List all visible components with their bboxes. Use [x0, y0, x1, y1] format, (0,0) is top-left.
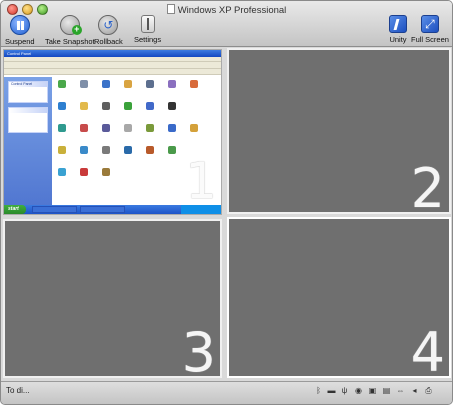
take-snapshot-button[interactable]: Take Snapshot	[45, 15, 95, 46]
pause-icon	[9, 15, 30, 35]
control-panel-applet-icon	[80, 124, 88, 132]
control-panel-applet-icon	[124, 80, 132, 88]
control-panel-applet-icon	[124, 124, 132, 132]
control-panel-applet-icon	[146, 124, 154, 132]
desktop-number: 1	[185, 152, 217, 210]
control-panel-applet-icon	[58, 146, 66, 154]
floppy-icon[interactable]: ▬	[327, 386, 336, 395]
control-panel-applet-icon	[168, 146, 176, 154]
disk-icon[interactable]: ▣	[368, 386, 377, 395]
control-panel-applet-icon	[58, 168, 66, 176]
guest-address-bar	[4, 69, 221, 75]
control-panel-applet-icon	[168, 124, 176, 132]
virtual-desktop-2[interactable]: 2	[227, 48, 451, 220]
settings-switch-icon	[140, 15, 155, 33]
rollback-button[interactable]: Rollback	[94, 15, 123, 46]
control-panel-applet-icon	[146, 102, 154, 110]
title-bar: Windows XP Professional Suspend Take Sna…	[1, 1, 452, 47]
audio-icon[interactable]: ◂	[410, 386, 419, 395]
guest-window-title: Control Panel	[4, 50, 221, 57]
rollback-label: Rollback	[94, 37, 123, 46]
guest-start-button[interactable]: start	[4, 205, 26, 214]
bluetooth-icon[interactable]: ᛒ	[314, 386, 323, 395]
desktop-number: 2	[410, 157, 445, 220]
control-panel-applet-icon	[168, 80, 176, 88]
full-screen-label: Full Screen	[411, 35, 449, 44]
settings-label: Settings	[134, 35, 162, 44]
desktop-number: 3	[181, 321, 216, 384]
control-panel-applet-icon	[80, 102, 88, 110]
guest-toolbar	[4, 62, 221, 69]
settings-button[interactable]: Settings	[134, 15, 161, 44]
guest-sidebar: Control Panel	[4, 77, 52, 205]
guest-task-button[interactable]	[80, 206, 125, 213]
guest-see-also-heading	[9, 108, 47, 113]
control-panel-applet-icon	[124, 146, 132, 154]
guest-sidebar-heading: Control Panel	[9, 82, 47, 87]
control-panel-applet-icon	[102, 168, 110, 176]
control-panel-applet-icon	[146, 80, 154, 88]
control-panel-applet-icon	[80, 168, 88, 176]
full-screen-button[interactable]: Full Screen	[411, 15, 449, 44]
cd-icon[interactable]: ◉	[354, 386, 363, 395]
control-panel-applet-icon	[190, 124, 198, 132]
suspend-label: Suspend	[5, 37, 35, 46]
control-panel-applet-icon	[58, 80, 66, 88]
control-panel-applet-icon	[80, 80, 88, 88]
status-text: To di...	[6, 386, 30, 395]
suspend-button[interactable]: Suspend	[5, 15, 35, 46]
virtual-desktop-1[interactable]: Control Panel Control Panel start 1	[3, 49, 222, 215]
vmware-window: Windows XP Professional Suspend Take Sna…	[0, 0, 453, 405]
unity-button[interactable]: Unity	[389, 15, 407, 44]
virtual-desktops-area: Control Panel Control Panel start 1 2 3 …	[1, 48, 452, 380]
window-title: Windows XP Professional	[177, 5, 287, 16]
usb-icon[interactable]: ψ	[340, 386, 349, 395]
guest-see-also-panel	[8, 107, 48, 133]
desktop-number: 4	[410, 321, 445, 384]
take-snapshot-label: Take Snapshot	[45, 37, 95, 46]
control-panel-applet-icon	[146, 146, 154, 154]
snapshot-icon	[59, 15, 82, 35]
unity-label: Unity	[389, 35, 407, 44]
document-icon	[166, 4, 175, 14]
unity-icon	[389, 15, 407, 33]
guest-task-button[interactable]	[32, 206, 77, 213]
status-bar: To di... ᛒ ▬ ψ ◉ ▣ ▤ ⇔ ◂ ⎙	[1, 381, 452, 404]
control-panel-applet-icon	[58, 102, 66, 110]
shared-folder-icon[interactable]: ⇔	[396, 386, 405, 395]
virtual-desktop-4[interactable]: 4	[227, 217, 451, 384]
guest-sidebar-panel: Control Panel	[8, 81, 48, 103]
full-screen-icon	[420, 15, 439, 33]
control-panel-applet-icon	[58, 124, 66, 132]
virtual-desktop-3[interactable]: 3	[3, 219, 222, 384]
printer-icon[interactable]: ⎙	[424, 386, 433, 395]
network-icon[interactable]: ▤	[382, 386, 391, 395]
control-panel-applet-icon	[102, 124, 110, 132]
rollback-icon	[98, 15, 119, 35]
control-panel-applet-icon	[102, 102, 110, 110]
control-panel-applet-icon	[80, 146, 88, 154]
control-panel-applet-icon	[190, 80, 198, 88]
control-panel-applet-icon	[124, 102, 132, 110]
control-panel-applet-icon	[102, 146, 110, 154]
control-panel-applet-icon	[102, 80, 110, 88]
control-panel-applet-icon	[168, 102, 176, 110]
